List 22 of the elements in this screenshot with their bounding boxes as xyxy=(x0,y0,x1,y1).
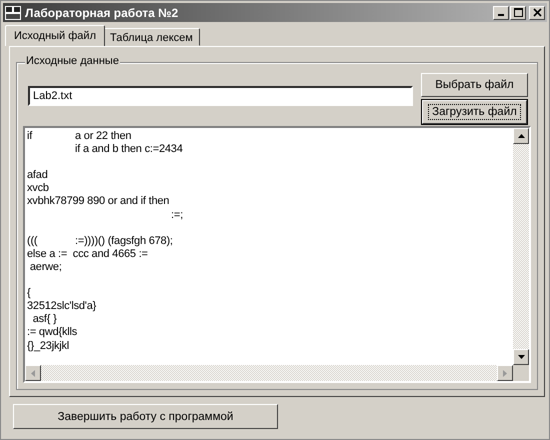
up-arrow-icon xyxy=(518,134,524,138)
horizontal-scrollbar[interactable] xyxy=(25,365,513,381)
exit-button[interactable]: Завершить работу с программой xyxy=(13,404,278,429)
group-title: Исходные данные xyxy=(25,55,120,67)
text-area[interactable]: if a or 22 then if a and b then c:=2434 afad xvcb xvbhk78799 890 or and if then :=; ((( :=))))() (fagsfgh 678); else a := ccc and 4665 := aerwe; { 32512slc'lsd'a} asf{ } := qwd{klls {}_23jkjkl xyxy=(25,128,513,365)
tab[interactable]: Исходный файл xyxy=(5,25,105,46)
file-name-field[interactable]: Lab2.txt xyxy=(28,86,413,106)
window-title: Лабораторная работа №2 xyxy=(25,6,180,20)
maximize-icon xyxy=(514,8,522,17)
tab[interactable]: Таблица лексем xyxy=(103,28,200,46)
minimize-button[interactable] xyxy=(493,6,509,20)
app-icon xyxy=(5,6,21,20)
load-file-button[interactable]: Загрузить файл xyxy=(422,100,527,124)
close-icon xyxy=(532,8,542,17)
maximize-button[interactable] xyxy=(510,6,526,20)
right-arrow-icon xyxy=(503,370,507,376)
vertical-scrollbar[interactable] xyxy=(513,128,529,365)
choose-file-button[interactable]: Выбрать файл xyxy=(421,73,528,97)
left-arrow-icon xyxy=(31,370,35,376)
down-arrow-icon xyxy=(518,355,524,359)
scrollbar-corner xyxy=(513,365,529,381)
close-button[interactable] xyxy=(529,6,545,20)
